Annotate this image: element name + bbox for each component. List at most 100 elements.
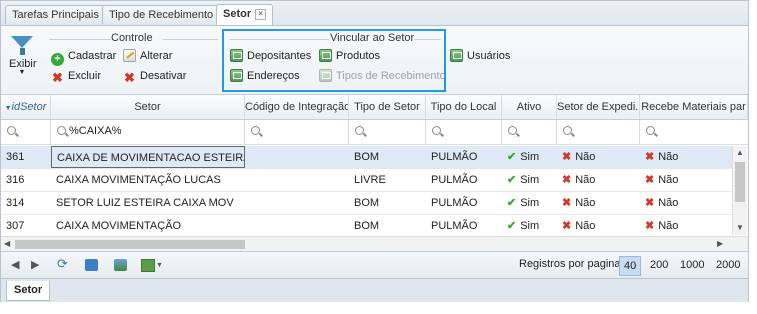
cell-expedicao: ✖ Não (557, 215, 640, 237)
filter-cell[interactable] (349, 120, 426, 144)
cross-icon: ✖ (562, 220, 572, 232)
cell-id: 316 (6, 174, 25, 186)
tab-label: Setor (223, 8, 252, 20)
column-header-recebe[interactable]: Recebe Materiais par (640, 95, 748, 119)
cell-setor: CAIXA MOVIMENTAÇÃO LUCAS (56, 174, 221, 186)
column-header-codigo[interactable]: Código de Integração (245, 95, 349, 119)
recebe-text: Não (658, 151, 679, 163)
column-header-tipo-local[interactable]: Tipo do Local (426, 95, 502, 119)
table-row[interactable]: 361 CAIXA DE MOVIMENTACAO ESTEIRA BOM PU… (1, 146, 732, 169)
page-size-200[interactable]: 200 (646, 256, 672, 274)
cross-icon: ✖ (645, 197, 655, 209)
search-icon (57, 126, 66, 135)
tab-strip: Tarefas Principais Tipo de Recebimento× … (1, 1, 748, 26)
filter-cell-setor[interactable]: %CAIXA% (51, 120, 245, 144)
search-icon[interactable] (85, 259, 98, 271)
check-icon: ✔ (507, 151, 517, 163)
refresh-icon[interactable]: ⟳ (57, 256, 68, 272)
scroll-down-icon[interactable]: ▼ (736, 223, 744, 232)
bottom-tab-strip: Setor (1, 278, 748, 302)
grid-header: ▼idSetor Setor Código de Integração Tipo… (1, 95, 748, 120)
cell-setor: CAIXA MOVIMENTAÇÃO (56, 220, 182, 232)
exibir-button[interactable]: Exibir ▼ (9, 36, 37, 91)
group-title-controle: Controle (111, 32, 153, 44)
cell-id: 361 (6, 151, 25, 163)
page-size-2000[interactable]: 2000 (712, 256, 744, 274)
scroll-right-icon[interactable]: ▶ (717, 239, 723, 248)
sort-icon: ▼ (4, 105, 12, 112)
page-size-1000[interactable]: 1000 (676, 256, 708, 274)
horizontal-scrollbar[interactable]: ◀ ▶ (1, 236, 748, 251)
usuarios-label: Usuários (467, 50, 511, 62)
highlight-box (222, 29, 446, 92)
tab-label: Tipo de Recebimento (109, 9, 214, 21)
filter-cell[interactable] (245, 120, 349, 144)
scroll-thumb[interactable] (15, 240, 245, 249)
chevron-down-icon: ▼ (18, 69, 26, 76)
scroll-left-icon[interactable]: ◀ (4, 239, 10, 248)
tab-tarefas-principais[interactable]: Tarefas Principais (5, 5, 106, 24)
cell-codigo (245, 215, 349, 237)
next-page-icon[interactable]: ▶ (31, 258, 39, 271)
cell-tipo-setor: BOM (354, 151, 380, 163)
deactivate-icon: ✖ (124, 70, 135, 85)
link-icon (450, 49, 463, 62)
column-header-idsetor[interactable]: ▼idSetor (1, 95, 51, 119)
column-header-setor[interactable]: Setor (51, 95, 245, 119)
app-frame: Tarefas Principais Tipo de Recebimento× … (0, 0, 749, 302)
cell-id: 314 (6, 197, 25, 209)
filter-cell[interactable] (502, 120, 557, 144)
page-size-label: Registros por pagina: (519, 258, 624, 270)
tab-setor[interactable]: Setor × (216, 4, 274, 25)
cell-expedicao: ✖ Não (557, 169, 640, 191)
cell-ativo: ✔ Sim (502, 146, 557, 168)
search-icon (432, 126, 441, 135)
page-size-40[interactable]: 40 (619, 256, 642, 276)
cell-ativo: ✔ Sim (502, 169, 557, 191)
excluir-button[interactable]: ✖ Excluir (51, 68, 101, 84)
tab-label: Tarefas Principais (12, 9, 99, 21)
close-icon[interactable]: × (255, 8, 267, 20)
export-icon[interactable] (141, 259, 155, 272)
filter-cell[interactable] (426, 120, 502, 144)
filter-cell[interactable] (557, 120, 640, 144)
cell-tipo-local: PULMÃO (431, 174, 478, 186)
ativo-text: Sim (520, 197, 540, 209)
usuarios-button[interactable]: Usuários (450, 48, 510, 64)
alterar-label: Alterar (140, 50, 173, 62)
scroll-thumb[interactable] (735, 162, 745, 202)
column-header-expedicao[interactable]: Setor de Expedi... (557, 95, 640, 119)
filter-row: %CAIXA% (1, 120, 748, 145)
image-icon[interactable] (114, 259, 127, 271)
check-icon: ✔ (507, 220, 517, 232)
column-header-ativo[interactable]: Ativo (502, 95, 557, 119)
column-header-tipo-setor[interactable]: Tipo de Setor (349, 95, 426, 119)
expedicao-text: Não (575, 174, 596, 186)
scroll-up-icon[interactable]: ▲ (736, 148, 744, 157)
cell-tipo-setor: BOM (354, 220, 380, 232)
cadastrar-label: Cadastrar (68, 50, 117, 62)
prev-page-icon[interactable]: ◀ (11, 258, 19, 271)
table-row[interactable]: 314 SETOR LUIZ ESTEIRA CAIXA MOV BOM PUL… (1, 192, 732, 215)
delete-icon: ✖ (52, 70, 63, 85)
chevron-down-icon[interactable]: ▼ (156, 262, 163, 269)
group-divider (163, 39, 218, 40)
cross-icon: ✖ (562, 174, 572, 186)
bottom-tab-setor[interactable]: Setor (6, 281, 51, 301)
ativo-text: Sim (520, 174, 540, 186)
filter-cell[interactable] (1, 120, 51, 144)
alterar-button[interactable]: Alterar (123, 48, 172, 64)
filter-cell[interactable] (640, 120, 748, 144)
cadastrar-button[interactable]: + Cadastrar (51, 48, 117, 66)
cell-setor[interactable]: CAIXA DE MOVIMENTACAO ESTEIRA (51, 146, 245, 168)
cross-icon: ✖ (645, 174, 655, 186)
filter-input-setor[interactable]: %CAIXA% (69, 125, 122, 137)
table-row[interactable]: 307 CAIXA MOVIMENTAÇÃO BOM PULMÃO ✔ Sim ✖… (1, 215, 732, 238)
table-row[interactable]: 316 CAIXA MOVIMENTAÇÃO LUCAS LIVRE PULMÃ… (1, 169, 732, 192)
search-icon (355, 126, 364, 135)
cell-tipo-setor: LIVRE (354, 174, 386, 186)
ativo-text: Sim (520, 220, 540, 232)
ativo-text: Sim (520, 151, 540, 163)
vertical-scrollbar[interactable]: ▲ ▼ (732, 146, 747, 235)
desativar-button[interactable]: ✖ Desativar (123, 68, 186, 84)
